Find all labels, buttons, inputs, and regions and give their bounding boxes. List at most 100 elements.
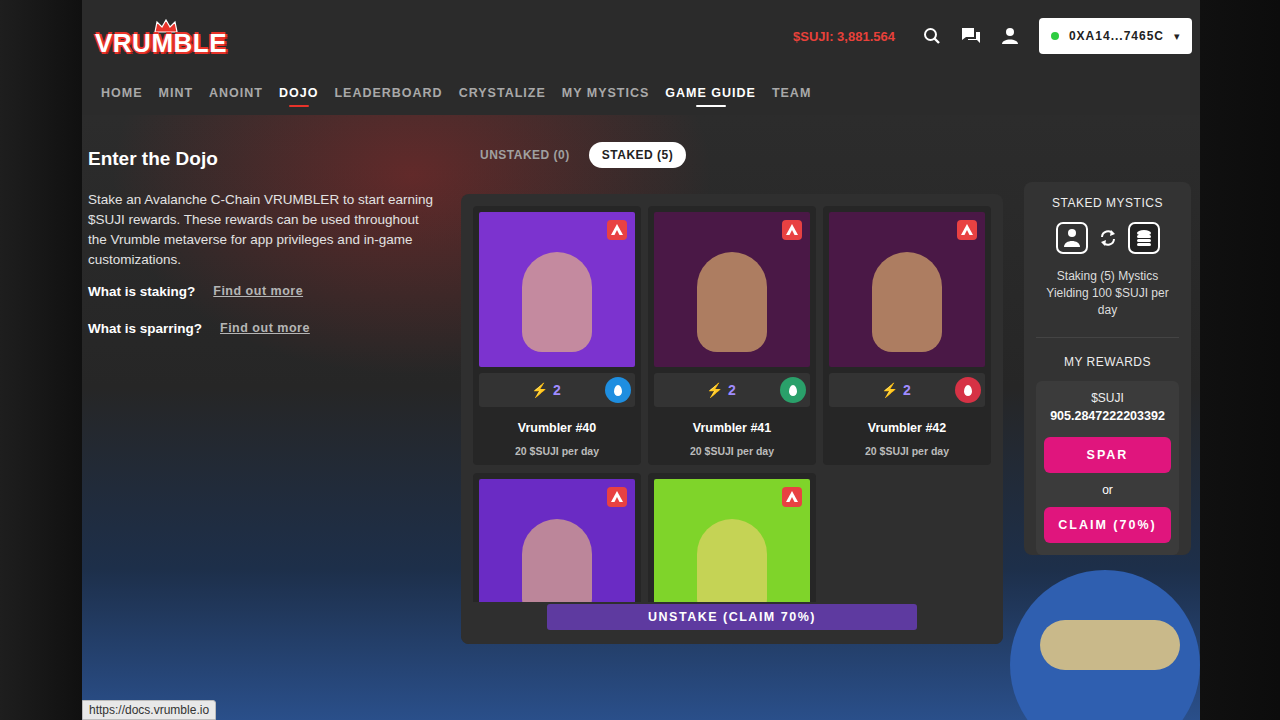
element-mark	[789, 385, 797, 396]
bolt-icon: ⚡	[531, 382, 548, 398]
energy-badge: ⚡2	[662, 382, 780, 398]
dojo-section: Enter the Dojo Stake an Avalanche C-Chain…	[82, 115, 1200, 720]
staked-summary: Staking (5) Mystics Yielding 100 $SUJI p…	[1036, 268, 1179, 319]
element-icon	[955, 377, 981, 403]
connection-dot	[1051, 32, 1059, 40]
faq-question: What is staking?	[88, 284, 195, 299]
coins-icon	[1128, 222, 1160, 254]
card-rate: 20 $SUJI per day	[654, 445, 810, 457]
unstake-bar: UNSTAKE (CLAIM 70%)	[461, 602, 1003, 644]
nav-underline	[696, 105, 726, 107]
character-figure	[522, 252, 592, 352]
element-icon	[780, 377, 806, 403]
element-icon	[605, 377, 631, 403]
cards-grid: ⚡2Vrumbler #4020 $SUJI per day⚡2Vrumbler…	[461, 194, 1003, 644]
avalanche-icon	[782, 487, 802, 507]
card-rate: 20 $SUJI per day	[829, 445, 985, 457]
page: VRUMBLE $SUJI: 3,881.564 0XA14...7465C ▾ HOM…	[0, 0, 1280, 720]
intro-title: Enter the Dojo	[88, 148, 440, 170]
card-stats: ⚡2	[654, 373, 810, 407]
top-actions: $SUJI: 3,881.564 0XA14...7465C ▾	[793, 18, 1192, 54]
vrumbler-card[interactable]: ⚡2Vrumbler #4120 $SUJI per day	[648, 206, 816, 465]
avalanche-icon	[607, 487, 627, 507]
card-name: Vrumbler #41	[654, 421, 810, 435]
mascot-image	[1010, 570, 1200, 720]
nav-item[interactable]: MINT	[157, 84, 196, 108]
character-figure	[872, 252, 942, 352]
card-stats: ⚡2	[829, 373, 985, 407]
nav-item[interactable]: ANOINT	[207, 84, 265, 108]
balance: $SUJI: 3,881.564	[793, 29, 895, 44]
app-frame: VRUMBLE $SUJI: 3,881.564 0XA14...7465C ▾ HOM…	[82, 0, 1200, 720]
nav-item[interactable]: HOME	[99, 84, 145, 108]
vrumbler-card[interactable]: ⚡2Vrumbler #4220 $SUJI per day	[823, 206, 991, 465]
energy-value: 2	[728, 382, 736, 398]
energy-badge: ⚡2	[487, 382, 605, 398]
nav-underline	[289, 105, 309, 107]
top-bar: VRUMBLE $SUJI: 3,881.564 0XA14...7465C ▾	[95, 0, 1192, 72]
faq-link[interactable]: Find out more	[213, 284, 303, 299]
energy-value: 2	[903, 382, 911, 398]
nav-item[interactable]: GAME GUIDE	[663, 84, 758, 108]
nav-item[interactable]: LEADERBOARD	[332, 84, 444, 108]
chat-icon[interactable]	[961, 27, 981, 45]
rewards-panel: STAKED MYSTICS Staking (5) Mystics Yieldi…	[1024, 182, 1191, 555]
energy-value: 2	[553, 382, 561, 398]
or-label: or	[1044, 483, 1171, 497]
bolt-icon: ⚡	[706, 382, 723, 398]
staked-icons	[1036, 222, 1179, 254]
nav-item[interactable]: MY MYSTICS	[560, 84, 652, 108]
wallet-address: 0XA14...7465C	[1069, 29, 1164, 43]
card-name: Vrumbler #42	[829, 421, 985, 435]
staking-area: UNSTAKED (0)STAKED (5)⚡2Vrumbler #4020 $…	[461, 142, 1003, 720]
caret-icon: ▾	[1174, 30, 1180, 43]
reward-amount: 905.2847222203392	[1044, 409, 1171, 423]
nav-item[interactable]: CRYSTALIZE	[457, 84, 548, 108]
logo[interactable]: VRUMBLE	[95, 19, 227, 59]
vrumbler-image	[829, 212, 985, 367]
element-mark	[614, 385, 622, 396]
person-icon	[1056, 222, 1088, 254]
reward-currency: $SUJI	[1044, 391, 1171, 405]
mascot-mask	[1040, 620, 1180, 670]
reward-box: $SUJI 905.2847222203392 SPAR or CLAIM (70%)	[1036, 381, 1179, 555]
claim-button[interactable]: CLAIM (70%)	[1044, 507, 1171, 543]
rewards-title: MY REWARDS	[1036, 355, 1179, 369]
staked-title: STAKED MYSTICS	[1036, 196, 1179, 210]
user-icon[interactable]	[1001, 27, 1019, 45]
nav-item[interactable]: DOJO	[277, 84, 320, 108]
faq-row: What is staking? Find out more	[88, 284, 440, 299]
vrumbler-image	[654, 212, 810, 367]
avalanche-icon	[957, 220, 977, 240]
logo-text: VRUMBLE	[95, 28, 227, 59]
vrumbler-image	[479, 212, 635, 367]
tab[interactable]: STAKED (5)	[589, 142, 686, 168]
divider	[1036, 337, 1179, 338]
spar-button[interactable]: SPAR	[1044, 437, 1171, 473]
unstake-button[interactable]: UNSTAKE (CLAIM 70%)	[547, 604, 917, 630]
tab[interactable]: UNSTAKED (0)	[467, 142, 583, 168]
nav-item[interactable]: TEAM	[770, 84, 813, 108]
avalanche-icon	[607, 220, 627, 240]
main-nav: HOME MINT ANOINT DOJO LEADERBOARD CRYSTA…	[95, 72, 1192, 115]
character-figure	[697, 252, 767, 352]
swap-icon	[1098, 228, 1118, 248]
cards-panel: ⚡2Vrumbler #4020 $SUJI per day⚡2Vrumbler…	[461, 194, 1003, 644]
wallet-button[interactable]: 0XA14...7465C ▾	[1039, 18, 1192, 54]
energy-badge: ⚡2	[837, 382, 955, 398]
header: VRUMBLE $SUJI: 3,881.564 0XA14...7465C ▾ HOM…	[82, 0, 1200, 115]
faq-row: What is sparring?Find out more	[88, 321, 440, 336]
element-mark	[964, 385, 972, 396]
tabs: UNSTAKED (0)STAKED (5)	[461, 142, 1003, 168]
intro: Enter the Dojo Stake an Avalanche C-Chain…	[88, 142, 440, 720]
vrumbler-card[interactable]: ⚡2Vrumbler #4020 $SUJI per day	[473, 206, 641, 465]
card-rate: 20 $SUJI per day	[479, 445, 635, 457]
avalanche-icon	[782, 220, 802, 240]
bolt-icon: ⚡	[881, 382, 898, 398]
search-icon[interactable]	[923, 27, 941, 45]
faq-link[interactable]: Find out more	[220, 321, 310, 336]
card-name: Vrumbler #40	[479, 421, 635, 435]
status-bar-url: https://docs.vrumble.io	[82, 700, 216, 720]
intro-text: Stake an Avalanche C-Chain VRUMBLER to s…	[88, 190, 440, 270]
card-stats: ⚡2	[479, 373, 635, 407]
